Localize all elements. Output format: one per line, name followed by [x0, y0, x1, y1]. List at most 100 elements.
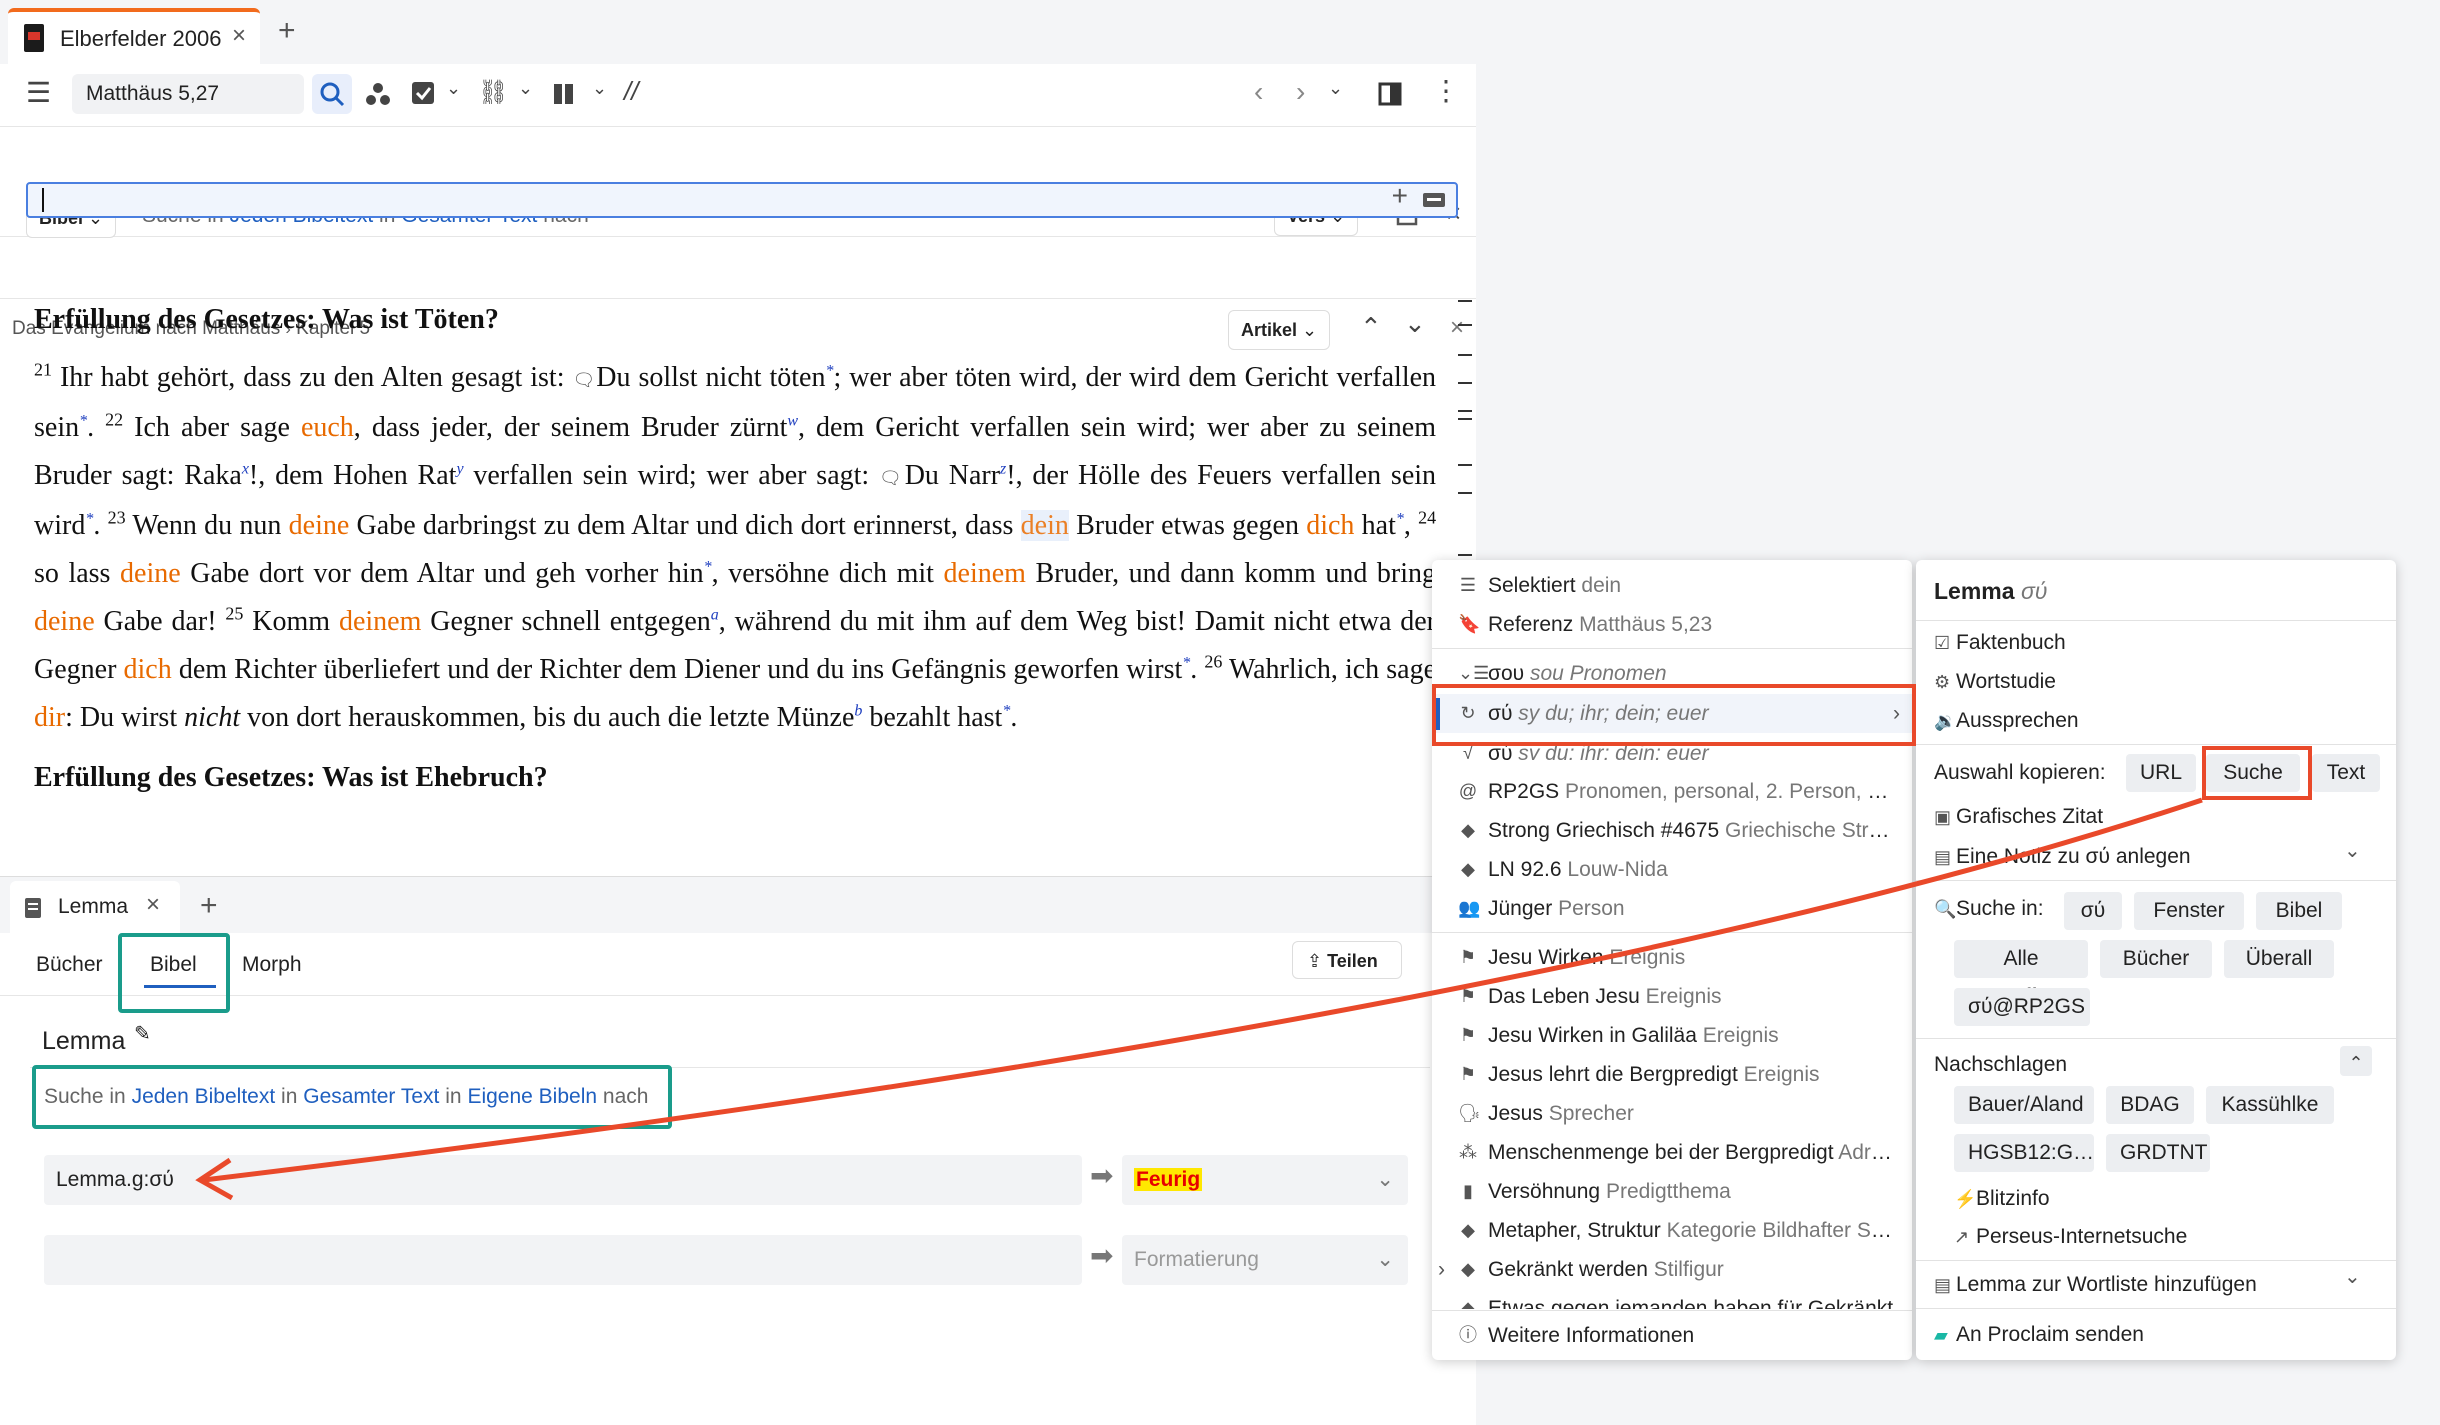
graphic-quote-link[interactable]: ▣ Grafisches Zitat	[1934, 800, 2103, 834]
verse-number[interactable]: 25	[225, 604, 243, 624]
menu-item-juenger[interactable]: 👥 Jünger Person	[1432, 889, 1912, 928]
chevron-down-icon[interactable]: ⌄	[2344, 1264, 2361, 1289]
edit-icon[interactable]: ✎	[134, 1021, 151, 1046]
menu-item-figure[interactable]: › ◆ Gekränkt werden Stilfigur	[1432, 1250, 1912, 1289]
menu-item-figure2[interactable]: ◆ Etwas gegen jemanden haben für Gekränkt	[1432, 1289, 1912, 1309]
verse-number[interactable]: 21	[34, 360, 52, 380]
aussprechen-link[interactable]: 🔉Aussprechen	[1934, 704, 2079, 738]
menu-icon[interactable]: ☰	[26, 76, 51, 109]
tab-elberfelder[interactable]: Elberfelder 2006 ×	[8, 8, 260, 64]
add-tab-icon[interactable]: +	[200, 889, 218, 923]
verse-number[interactable]: 24	[1418, 508, 1436, 528]
highlighted-word[interactable]: deine	[120, 558, 181, 589]
highlighted-word[interactable]: euch	[301, 412, 354, 443]
split-view-icon[interactable]	[1378, 82, 1402, 106]
highlighted-word[interactable]: deine	[34, 606, 95, 637]
wordlist-link[interactable]: ▤ Lemma zur Wortliste hinzufügen	[1934, 1268, 2257, 1302]
menu-item-event[interactable]: ⚑ Das Leben Jesu Ereignis	[1432, 977, 1912, 1016]
close-icon[interactable]: ×	[146, 891, 160, 919]
chevron-down-icon[interactable]: ⌄	[446, 78, 461, 99]
lookup-bdag[interactable]: BDAG	[2106, 1086, 2194, 1124]
verse-number[interactable]: 22	[105, 410, 123, 430]
share-button[interactable]: ⇪ Teilen	[1292, 941, 1402, 979]
blitzinfo-link[interactable]: ⚡Blitzinfo	[1954, 1182, 2050, 1216]
footnote-marker[interactable]: b	[854, 703, 862, 720]
search-in-bible[interactable]: Bibel	[2256, 892, 2342, 930]
menu-item-event[interactable]: ⚑ Jesu Wirken in Galiläa Ereignis	[1432, 1016, 1912, 1055]
menu-item-addressee[interactable]: ⁂ Menschenmenge bei der Bergpredigt Adres…	[1432, 1133, 1912, 1172]
bibles-link[interactable]: Eigene Bibeln	[467, 1085, 597, 1108]
menu-item-sou[interactable]: ⌄☰ σου sou Pronomen	[1432, 654, 1912, 680]
visual-filter-icon[interactable]: ⛓	[478, 78, 508, 107]
footnote-marker[interactable]: w	[787, 413, 798, 430]
menu-item-event[interactable]: ⚑ Jesus lehrt die Bergpredigt Ereignis	[1432, 1055, 1912, 1094]
style-dropdown[interactable]: Feurig ⌄	[1122, 1155, 1408, 1205]
search-in-word[interactable]: σύ	[2064, 892, 2122, 930]
add-icon[interactable]: +	[1392, 180, 1408, 212]
note-link[interactable]: ▤ Eine Notiz zu σύ anlegen	[1934, 840, 2191, 874]
menu-item-ln[interactable]: ◆ LN 92.6 Louw-Nida	[1432, 850, 1912, 889]
reference-input[interactable]: Matthäus 5,27	[72, 74, 304, 114]
chevron-down-icon[interactable]: ⌄	[2344, 838, 2361, 863]
search-in-everywhere[interactable]: Überall	[2224, 940, 2334, 978]
faktenbuch-link[interactable]: ☑ Faktenbuch	[1934, 626, 2066, 660]
history-chevron-icon[interactable]: ⌄	[1328, 78, 1343, 99]
collapse-button[interactable]: ⌃	[2340, 1046, 2372, 1076]
close-icon[interactable]: ×	[232, 22, 246, 50]
footnote-marker[interactable]: y	[456, 461, 463, 478]
menu-item-selected[interactable]: ☰ Selektiert dein	[1432, 566, 1912, 605]
close-icon[interactable]: ×	[1450, 314, 1464, 342]
tab-morph[interactable]: Morph	[242, 953, 302, 977]
highlighted-word[interactable]: deine	[289, 510, 350, 541]
highlighted-word[interactable]: deinem	[339, 606, 421, 637]
tab-bibel[interactable]: Bibel	[150, 953, 197, 977]
search-in-all-open[interactable]: Alle Geöff…	[1954, 940, 2088, 1008]
highlighted-word[interactable]: dir	[34, 702, 65, 733]
menu-item-speaker[interactable]: 🗣 Jesus Sprecher	[1432, 1094, 1912, 1133]
menu-item-more-info[interactable]: ⓘ Weitere Informationen	[1432, 1316, 1912, 1355]
footnote-marker[interactable]: *	[1396, 511, 1404, 528]
lookup-kassuehlke[interactable]: Kassühlke	[2206, 1086, 2334, 1124]
parallel-icon[interactable]: //	[624, 76, 638, 107]
copy-url-button[interactable]: URL	[2126, 754, 2196, 792]
parallel-resources-icon[interactable]	[364, 80, 392, 108]
search-in-window[interactable]: Fenster	[2134, 892, 2244, 930]
menu-item-strong[interactable]: ◆ Strong Griechisch #4675 Griechische Str…	[1432, 811, 1912, 850]
footnote-marker[interactable]: x	[242, 461, 249, 478]
tab-lemma[interactable]: Lemma ×	[10, 881, 180, 933]
highlighted-word[interactable]: deinem	[944, 558, 1026, 589]
menu-item-event[interactable]: ⚑ Jesu Wirken Ereignis	[1432, 938, 1912, 977]
menu-item-reference[interactable]: 🔖 Referenz Matthäus 5,23	[1432, 605, 1912, 644]
lookup-bauer-aland[interactable]: Bauer/Aland	[1954, 1086, 2094, 1124]
tab-buecher[interactable]: Bücher	[36, 953, 103, 977]
selected-word[interactable]: dein	[1020, 510, 1069, 541]
keyboard-icon[interactable]	[1422, 190, 1446, 210]
back-icon[interactable]: ‹	[1254, 76, 1263, 108]
text-link[interactable]: Gesamter Text	[303, 1085, 439, 1108]
menu-item-metaphor[interactable]: ◆ Metapher, Struktur Kategorie Bildhafter…	[1432, 1211, 1912, 1250]
search-input[interactable]: +	[26, 180, 1458, 218]
wortstudie-link[interactable]: ⚙ Wortstudie	[1934, 665, 2056, 699]
highlighted-word[interactable]: dich	[124, 654, 172, 685]
search-in-books[interactable]: Bücher	[2100, 940, 2212, 978]
verse-number[interactable]: 23	[108, 508, 126, 528]
copy-text-button[interactable]: Text	[2312, 754, 2380, 792]
verse-number[interactable]: 26	[1204, 652, 1222, 672]
lookup-grdtnt[interactable]: GRDTNT	[2106, 1134, 2210, 1172]
menu-item-theme[interactable]: ▮ Versöhnung Predigtthema	[1432, 1172, 1912, 1211]
chevron-down-icon[interactable]: ⌄	[518, 78, 533, 99]
columns-icon[interactable]	[552, 82, 576, 106]
forward-icon[interactable]: ›	[1296, 76, 1305, 108]
perseus-link[interactable]: ↗ Perseus-Internetsuche	[1954, 1220, 2187, 1254]
footnote-marker[interactable]: *	[704, 559, 712, 576]
lookup-hgsb[interactable]: HGSB12:G…	[1954, 1134, 2094, 1172]
search-in-morph[interactable]: σύ@RP2GS	[1954, 988, 2090, 1026]
more-options-icon[interactable]: ⋮	[1432, 74, 1460, 107]
search-button[interactable]	[312, 74, 352, 114]
scope-link[interactable]: Jeden Bibeltext	[132, 1085, 276, 1108]
footnote-marker[interactable]: a	[711, 607, 719, 624]
checklist-icon[interactable]	[410, 80, 438, 108]
highlighted-word[interactable]: dich	[1306, 510, 1354, 541]
footnote-marker[interactable]: *	[79, 413, 87, 430]
proclaim-link[interactable]: ▰ An Proclaim senden	[1934, 1318, 2144, 1352]
